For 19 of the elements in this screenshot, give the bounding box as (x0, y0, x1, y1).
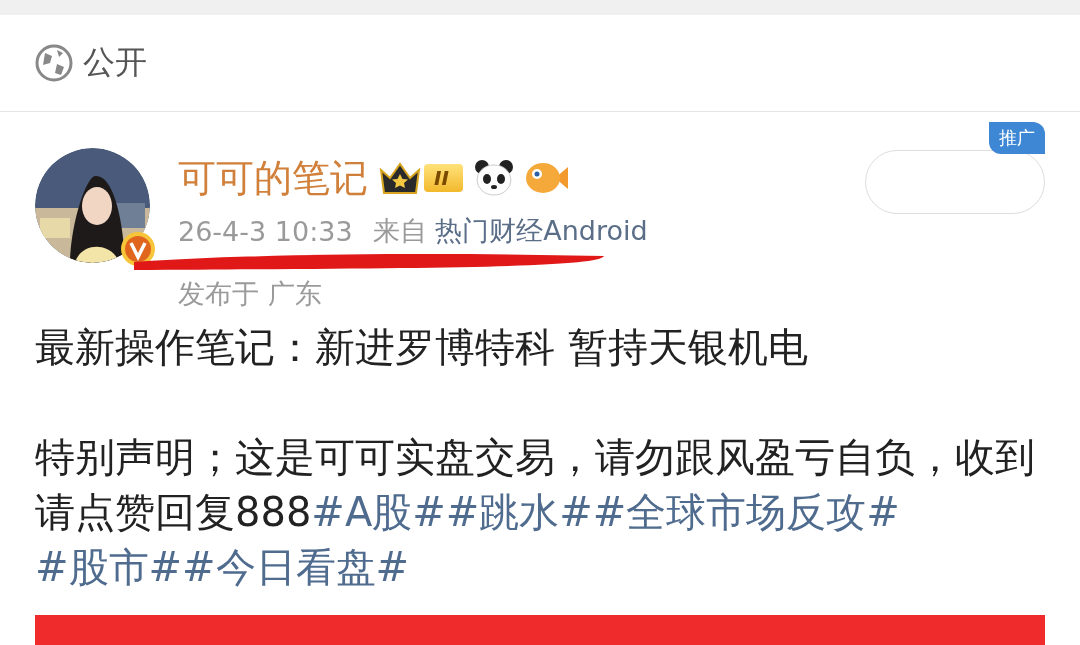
post-time: 26-4-3 10:33 (178, 215, 353, 247)
verified-badge-icon (120, 231, 156, 267)
hashtag-link[interactable]: #股市# (35, 540, 183, 595)
source-prefix: 来自 热门财经Android (372, 214, 648, 248)
visibility-label[interactable]: 公开 (83, 41, 147, 85)
promo-badge: 推广 (989, 122, 1045, 154)
hashtag-link[interactable]: #今日看盘# (182, 540, 410, 595)
panda-icon (472, 158, 515, 198)
crown-icon (378, 160, 422, 196)
source-link[interactable]: 热门财经Android (435, 215, 648, 246)
hashtag-link[interactable]: #全球市场反攻# (592, 485, 900, 540)
post-text: 最新操作笔记：新进罗博特科 暂持天银机电 (35, 323, 809, 372)
globe-icon (35, 44, 73, 82)
author-name[interactable]: 可可的笔记 (178, 152, 368, 204)
post-location: 发布于 广东 (178, 277, 323, 311)
hashtag-link[interactable]: #A股# (311, 485, 446, 540)
level-badge: II (424, 164, 463, 192)
hashtag-link[interactable]: #跳水# (445, 485, 593, 540)
post-text: 特别声明；这是可可实盘交易，请勿跟风盈亏自负，收到请点赞回复888#A股##跳水##全球市场反攻# #股市##今日看盘# (35, 430, 1035, 595)
